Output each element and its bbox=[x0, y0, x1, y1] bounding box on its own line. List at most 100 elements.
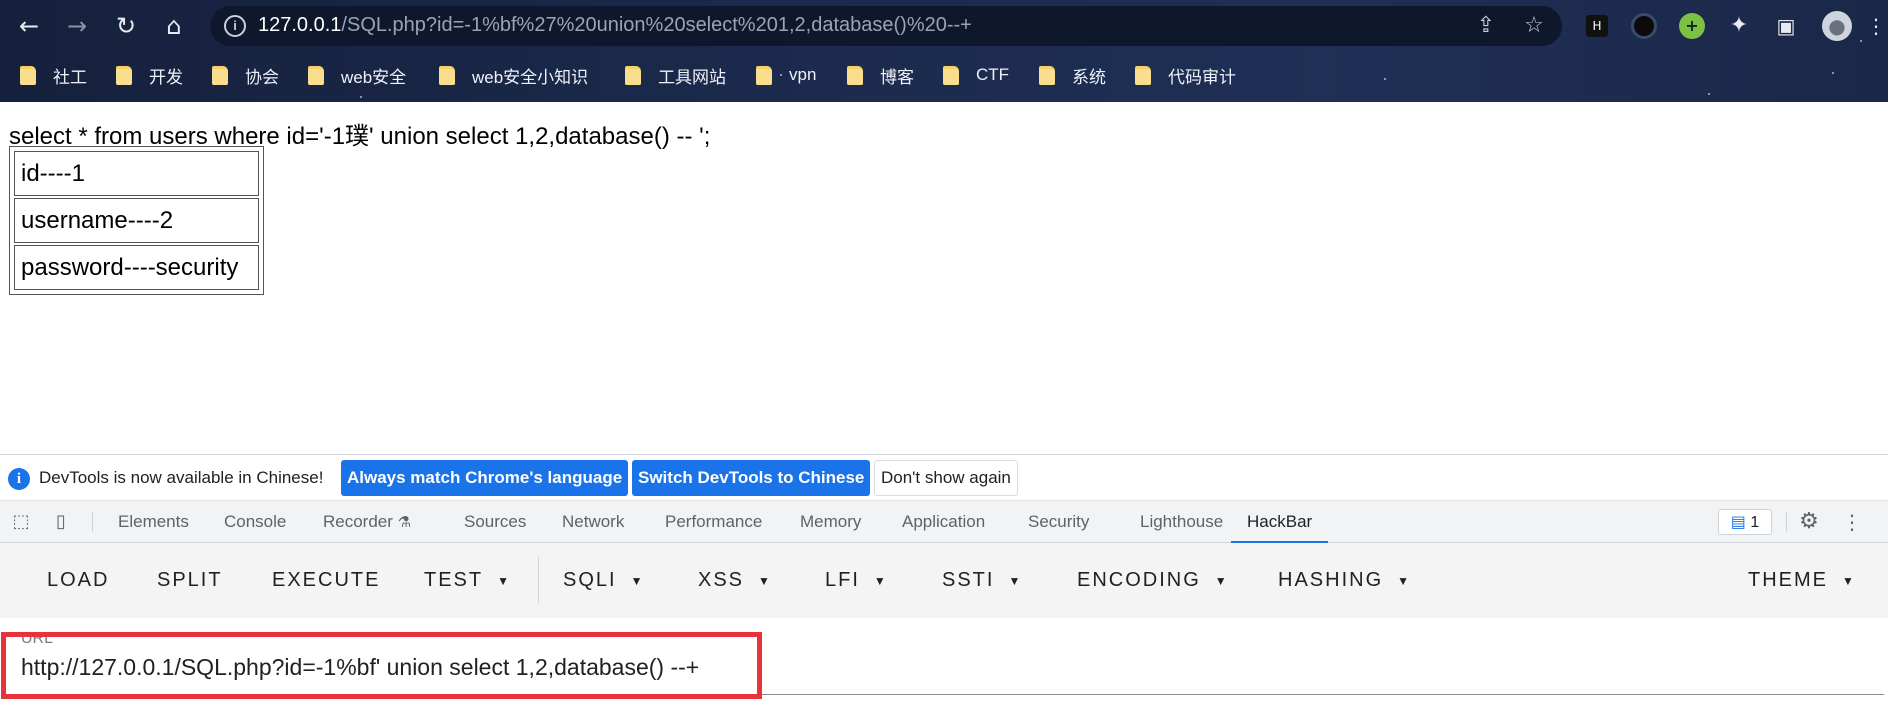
tab-security[interactable]: Security bbox=[1028, 501, 1089, 543]
bookmark-folder[interactable]: 协会 bbox=[212, 60, 279, 90]
hashing-label: HASHING bbox=[1278, 569, 1384, 591]
url-host: 127.0.0.1 bbox=[258, 14, 342, 36]
bookmark-label: 博客 bbox=[880, 67, 914, 87]
tab-divider bbox=[92, 512, 93, 532]
info-icon: i bbox=[8, 468, 30, 490]
bookmark-folder[interactable]: 系统 bbox=[1039, 60, 1106, 90]
menu-kebab-icon[interactable]: ⋮ bbox=[1866, 13, 1886, 39]
split-button[interactable]: SPLIT bbox=[157, 565, 223, 595]
share-icon[interactable]: ⇪ bbox=[1472, 12, 1500, 40]
reload-icon[interactable]: ↻ bbox=[111, 11, 141, 41]
bookmark-folder[interactable]: 工具网站 bbox=[625, 60, 726, 90]
tab-console[interactable]: Console bbox=[224, 501, 286, 543]
hackbar-extension-icon[interactable]: H bbox=[1586, 15, 1608, 37]
bookmark-label: 工具网站 bbox=[658, 67, 726, 87]
xss-menu-button[interactable]: XSS ▼ bbox=[698, 565, 770, 595]
theme-label: THEME bbox=[1748, 569, 1828, 591]
bookmark-folder[interactable]: web安全 bbox=[308, 60, 406, 90]
site-info-icon[interactable]: i bbox=[224, 15, 246, 37]
bookmark-folder[interactable]: 博客 bbox=[847, 60, 914, 90]
address-bar[interactable]: i 127.0.0.1/SQL.php?id=-1%bf%27%20union%… bbox=[210, 6, 1562, 46]
table-row: id----1 bbox=[14, 151, 259, 196]
bookmark-label: web安全小知识 bbox=[472, 67, 589, 87]
caret-down-icon: ▼ bbox=[630, 573, 643, 588]
tab-application[interactable]: Application bbox=[902, 501, 985, 543]
back-icon[interactable]: ← bbox=[14, 11, 44, 41]
tab-memory[interactable]: Memory bbox=[800, 501, 861, 543]
bookmark-folder[interactable]: 社工 bbox=[20, 60, 87, 90]
dont-show-again-button[interactable]: Don't show again bbox=[874, 460, 1018, 496]
folder-icon bbox=[20, 65, 36, 85]
profile-avatar-icon[interactable]: ● bbox=[1822, 11, 1852, 41]
device-toolbar-icon[interactable]: ▯ bbox=[49, 511, 73, 533]
encoding-label: ENCODING bbox=[1077, 569, 1201, 591]
switch-to-chinese-button[interactable]: Switch DevTools to Chinese bbox=[632, 460, 871, 496]
caret-down-icon: ▼ bbox=[497, 573, 510, 588]
url-input[interactable]: http://127.0.0.1/SQL.php?id=-1%bf' union… bbox=[21, 654, 699, 681]
tab-hackbar[interactable]: HackBar bbox=[1231, 501, 1329, 543]
bookmarks-bar: 社工 开发 协会 web安全 web安全小知识 工具网站 vpn 博客 CTF … bbox=[0, 60, 1888, 90]
tab-performance[interactable]: Performance bbox=[665, 501, 762, 543]
folder-icon bbox=[1039, 65, 1055, 85]
tab-lighthouse[interactable]: Lighthouse bbox=[1140, 501, 1223, 543]
extension-circle-icon[interactable] bbox=[1631, 13, 1657, 39]
folder-icon bbox=[439, 65, 455, 85]
always-match-language-button[interactable]: Always match Chrome's language bbox=[341, 460, 629, 496]
devtools-menu-icon[interactable]: ⋮ bbox=[1840, 511, 1864, 533]
hashing-menu-button[interactable]: HASHING ▼ bbox=[1278, 565, 1409, 595]
inspect-element-icon[interactable]: ⬚ bbox=[9, 511, 33, 533]
theme-menu-button[interactable]: THEME ▼ bbox=[1748, 565, 1854, 595]
forward-icon[interactable]: → bbox=[62, 11, 92, 41]
ssti-menu-button[interactable]: SSTI ▼ bbox=[942, 565, 1020, 595]
issues-badge[interactable]: ▤ 1 bbox=[1718, 509, 1772, 535]
bookmark-label: CTF bbox=[976, 65, 1010, 84]
tab-network[interactable]: Network bbox=[562, 501, 624, 543]
ssti-label: SSTI bbox=[942, 569, 995, 591]
bookmark-label: 代码审计 bbox=[1168, 67, 1236, 87]
caret-down-icon: ▼ bbox=[1214, 573, 1227, 588]
message-icon: ▤ bbox=[1730, 512, 1746, 531]
issues-count: 1 bbox=[1750, 514, 1760, 531]
bookmark-folder[interactable]: 开发 bbox=[116, 60, 183, 90]
tab-divider bbox=[1786, 512, 1787, 532]
tab-recorder[interactable]: Recorder ⚗ bbox=[323, 501, 411, 543]
tab-elements[interactable]: Elements bbox=[118, 501, 189, 543]
infobar-message: DevTools is now available in Chinese! bbox=[39, 468, 324, 487]
folder-icon bbox=[1135, 65, 1151, 85]
folder-icon bbox=[212, 65, 228, 85]
folder-icon bbox=[847, 65, 863, 85]
flask-icon: ⚗ bbox=[397, 513, 412, 531]
load-button[interactable]: LOAD bbox=[47, 565, 109, 595]
folder-icon bbox=[625, 65, 641, 85]
hackbar-toolbar: LOAD SPLIT EXECUTE TEST ▼ SQLI ▼ XSS ▼ LFI ▼… bbox=[0, 543, 1888, 618]
extension-plus-icon[interactable]: + bbox=[1679, 13, 1705, 39]
settings-gear-icon[interactable]: ⚙ bbox=[1797, 511, 1821, 533]
sqli-menu-button[interactable]: SQLI ▼ bbox=[563, 565, 642, 595]
folder-icon bbox=[116, 65, 132, 85]
toolbar-separator bbox=[538, 557, 539, 603]
folder-icon bbox=[943, 65, 959, 85]
caret-down-icon: ▼ bbox=[758, 573, 770, 588]
address-url[interactable]: 127.0.0.1/SQL.php?id=-1%bf%27%20union%20… bbox=[258, 14, 972, 37]
bookmark-folder[interactable]: vpn bbox=[756, 60, 816, 90]
execute-button[interactable]: EXECUTE bbox=[272, 565, 380, 595]
hackbar-url-field[interactable]: URL http://127.0.0.1/SQL.php?id=-1%bf' u… bbox=[20, 626, 1884, 695]
bookmark-folder[interactable]: 代码审计 bbox=[1135, 60, 1236, 90]
bookmark-folder[interactable]: CTF bbox=[943, 60, 1009, 90]
bookmark-star-icon[interactable]: ☆ bbox=[1520, 12, 1548, 40]
sqli-label: SQLI bbox=[563, 569, 617, 591]
bookmark-label: 社工 bbox=[53, 67, 87, 87]
encoding-menu-button[interactable]: ENCODING ▼ bbox=[1077, 565, 1227, 595]
tab-sources[interactable]: Sources bbox=[464, 501, 526, 543]
bookmark-folder[interactable]: web安全小知识 bbox=[439, 60, 588, 90]
lfi-menu-button[interactable]: LFI ▼ bbox=[825, 565, 886, 595]
bookmark-label: web安全 bbox=[341, 67, 407, 87]
side-panel-icon[interactable]: ▣ bbox=[1773, 13, 1799, 39]
extensions-puzzle-icon[interactable]: ✦ bbox=[1726, 13, 1752, 39]
devtools-language-infobar: i DevTools is now available in Chinese! … bbox=[0, 455, 1888, 501]
caret-down-icon: ▼ bbox=[1397, 573, 1410, 588]
home-icon[interactable]: ⌂ bbox=[159, 11, 189, 41]
test-menu-button[interactable]: TEST ▼ bbox=[424, 565, 509, 595]
test-label: TEST bbox=[424, 569, 484, 591]
table-row: username----2 bbox=[14, 198, 259, 243]
